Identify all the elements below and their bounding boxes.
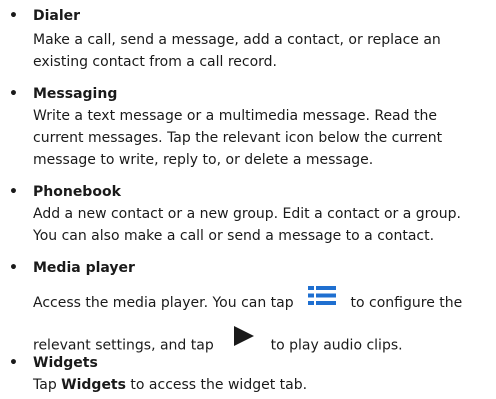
description-line: Access the media player. You can tap to … (33, 282, 493, 322)
item-title-media-player: Media player (33, 260, 135, 276)
item-description-phonebook: Add a new contact or a new group. Edit a… (33, 203, 493, 247)
description-line: Add a new contact or a new group. Edit a… (33, 206, 461, 222)
menu-list-icon (304, 282, 341, 320)
item-description-media-player: Access the media player. You can tap to … (33, 282, 493, 363)
item-description-messaging: Write a text message or a multimedia mes… (33, 105, 493, 171)
text-segment: Access the media player. You can tap (33, 295, 294, 311)
text-segment: Tap (33, 377, 57, 393)
description-line: existing contact from a call record. (33, 54, 278, 70)
description-line: Tap Widgets to access the widget tab. (33, 374, 493, 396)
bullet: • (9, 86, 18, 102)
description-line: Write a text message or a multimedia mes… (33, 108, 437, 124)
text-segment: to access the widget tab. (130, 377, 308, 393)
description-line: Make a call, send a message, add a conta… (33, 32, 441, 48)
item-description-dialer: Make a call, send a message, add a conta… (33, 29, 493, 73)
bullet: • (9, 355, 18, 371)
description-line: You can also make a call or send a messa… (33, 228, 435, 244)
item-description-widgets: Tap Widgets to access the widget tab. (33, 374, 493, 396)
description-line: message to write, reply to, or delete a … (33, 152, 374, 168)
bullet: • (9, 184, 18, 200)
description-line: relevant settings, and tap to play audio… (33, 326, 493, 363)
item-title-messaging: Messaging (33, 86, 118, 102)
text-segment: to play audio clips. (270, 337, 403, 354)
bold-term-widgets: Widgets (61, 377, 126, 393)
play-icon (232, 324, 256, 359)
bullet: • (9, 8, 18, 24)
text-segment: to configure the (350, 295, 463, 311)
description-line: current messages. Tap the relevant icon … (33, 130, 443, 146)
text-segment: relevant settings, and tap (33, 337, 214, 354)
item-title-phonebook: Phonebook (33, 184, 121, 200)
item-title-dialer: Dialer (33, 8, 81, 24)
bullet: • (9, 260, 18, 276)
item-title-widgets: Widgets (33, 355, 98, 371)
